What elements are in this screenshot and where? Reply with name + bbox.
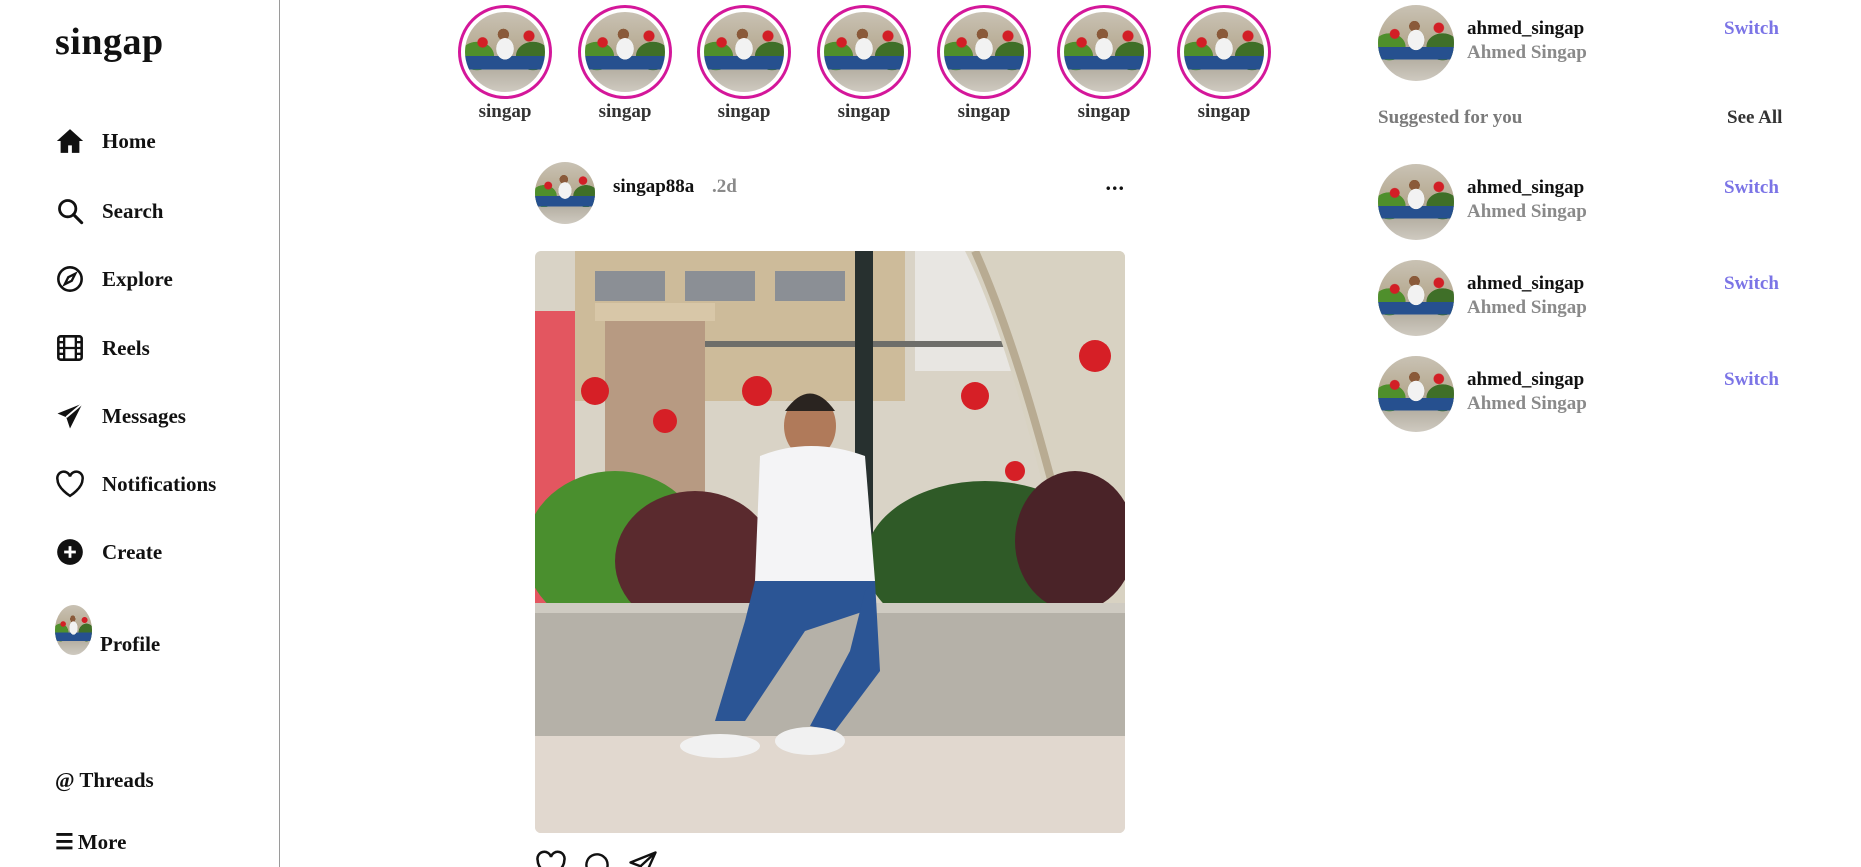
suggestion-full-name: Ahmed Singap [1467,201,1587,222]
switch-account-link[interactable]: Switch [1724,18,1779,40]
sidebar-item-label: Explore [102,266,173,291]
story-avatar [458,5,552,99]
like-heart-icon[interactable] [535,850,567,867]
suggestion-username[interactable]: ahmed_singap [1467,273,1584,295]
story-item[interactable]: singap [814,5,914,123]
sidebar-item-label: Search [102,198,164,223]
post-image[interactable] [535,251,1125,833]
story-item[interactable]: singap [455,5,555,123]
sidebar-item-label: Home [102,128,156,153]
sidebar-item-profile[interactable]: Profile [55,605,161,656]
avatar[interactable] [1378,356,1454,432]
avatar[interactable] [1378,5,1454,81]
story-avatar [1177,5,1271,99]
story-username: singap [837,101,891,122]
sidebar-item-create[interactable]: Create [55,537,162,567]
story-username: singap [957,101,1011,122]
plus-circle-icon [55,537,85,567]
post-timestamp: .2d [712,176,737,197]
story-username: singap [598,101,652,122]
avatar[interactable] [1378,260,1454,336]
compass-icon [55,264,85,294]
search-icon [55,196,85,226]
story-item[interactable]: singap [694,5,794,123]
app-logo[interactable]: singap [55,20,164,64]
story-username: singap [478,101,532,122]
sidebar-item-label: Create [102,539,163,564]
send-icon [55,401,85,431]
more-menu-button[interactable]: ☰ More [55,830,126,855]
suggestion-item: ahmed_singap Ahmed Singap Switch [1378,356,1798,434]
share-send-icon[interactable] [627,850,659,867]
sidebar-item-home[interactable]: Home [55,126,156,156]
menu-icon: ☰ [55,830,74,854]
sidebar-item-notifications[interactable]: Notifications [55,469,216,499]
suggestion-full-name: Ahmed Singap [1467,393,1587,414]
see-all-link[interactable]: See All [1727,107,1782,129]
home-icon [55,126,85,156]
story-avatar [697,5,791,99]
film-icon [55,333,85,363]
heart-icon [55,469,85,499]
sidebar-item-reels[interactable]: Reels [55,333,150,363]
current-account: ahmed_singap Ahmed Singap Switch [1378,5,1798,83]
sidebar-item-label: Profile [100,632,161,656]
switch-link[interactable]: Switch [1724,369,1779,391]
story-username: singap [1197,101,1251,122]
post-author-username[interactable]: singap88a [613,176,694,198]
suggestion-full-name: Ahmed Singap [1467,297,1587,318]
story-username: singap [1077,101,1131,122]
story-avatar [817,5,911,99]
story-item[interactable]: singap [1174,5,1274,123]
more-options-button[interactable]: ... [1106,170,1126,196]
sidebar-item-messages[interactable]: Messages [55,401,186,431]
sidebar: singap Home Search Explore Reels Message… [0,0,280,867]
sidebar-item-label: Notifications [102,471,217,496]
story-username: singap [717,101,771,122]
more-label: More [77,830,127,854]
avatar [55,605,92,655]
switch-link[interactable]: Switch [1724,177,1779,199]
story-avatar [1057,5,1151,99]
account-full-name: Ahmed Singap [1467,42,1587,63]
post-header: singap88a .2d ... [535,162,1125,226]
suggestion-item: ahmed_singap Ahmed Singap Switch [1378,164,1798,242]
sidebar-item-search[interactable]: Search [55,196,163,226]
suggested-title: Suggested for you [1378,107,1523,128]
suggestion-username[interactable]: ahmed_singap [1467,369,1584,391]
suggestion-username[interactable]: ahmed_singap [1467,177,1584,199]
sidebar-item-explore[interactable]: Explore [55,264,173,294]
story-item[interactable]: singap [575,5,675,123]
avatar[interactable] [1378,164,1454,240]
story-item[interactable]: singap [1054,5,1154,123]
post-actions [535,850,659,867]
story-item[interactable]: singap [934,5,1034,123]
sidebar-item-label: Reels [102,335,150,360]
story-avatar [937,5,1031,99]
threads-link[interactable]: @ Threads [55,768,154,793]
sidebar-item-label: Messages [102,403,186,428]
post-author-avatar[interactable] [535,162,595,224]
switch-link[interactable]: Switch [1724,273,1779,295]
suggestion-item: ahmed_singap Ahmed Singap Switch [1378,260,1798,338]
account-username[interactable]: ahmed_singap [1467,18,1584,40]
story-avatar [578,5,672,99]
comment-icon[interactable] [581,850,613,867]
